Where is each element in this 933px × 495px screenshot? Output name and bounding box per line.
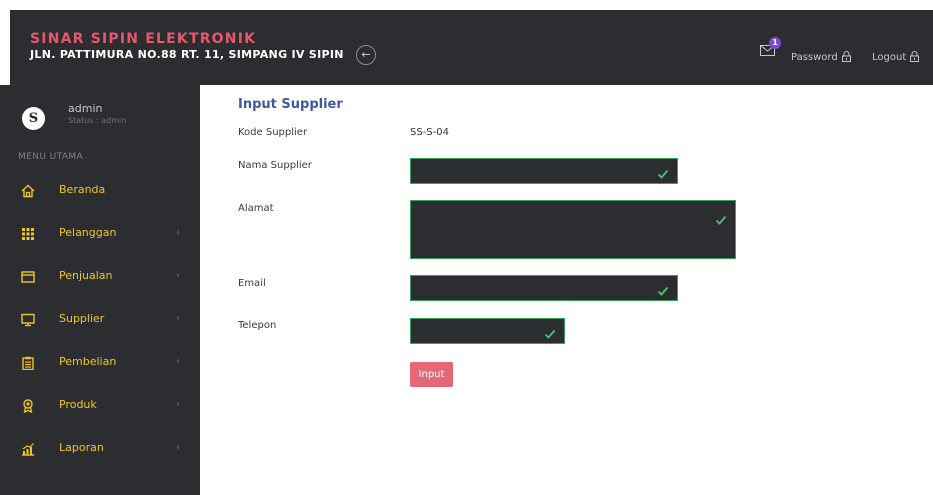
chevron-left-icon: ‹: [176, 399, 180, 410]
sidebar-item-pelanggan[interactable]: Pelanggan ‹: [0, 215, 200, 253]
input-submit-button[interactable]: Input: [410, 362, 453, 387]
alamat-textarea[interactable]: [410, 200, 736, 259]
password-label: Password: [791, 52, 838, 63]
top-bar: SINAR SIPIN ELEKTRONIK JLN. PATTIMURA NO…: [10, 10, 933, 85]
password-link[interactable]: Password: [791, 51, 851, 65]
nama-supplier-input[interactable]: [410, 158, 678, 184]
check-icon: [715, 211, 727, 230]
page-title: Input Supplier: [238, 97, 343, 112]
sidebar: S admin Status : admin MENU UTAMA Berand…: [0, 85, 200, 495]
chevron-left-icon: ‹: [176, 313, 180, 324]
sidebar-item-pembelian[interactable]: Pembelian ‹: [0, 344, 200, 382]
lock-icon: [841, 51, 851, 65]
clipboard-icon: [21, 355, 35, 371]
check-icon: [657, 165, 669, 184]
sidebar-item-supplier[interactable]: Supplier ‹: [0, 301, 200, 339]
messages-button[interactable]: 1: [760, 37, 781, 59]
user-name: admin: [68, 102, 103, 115]
telepon-input[interactable]: [410, 318, 565, 344]
sidebar-toggle-button[interactable]: ←: [356, 45, 376, 65]
window-icon: [21, 269, 35, 283]
logout-link[interactable]: Logout: [872, 51, 920, 65]
sidebar-item-label: Beranda: [59, 183, 106, 196]
sidebar-item-label: Pelanggan: [59, 226, 117, 239]
telepon-label: Telepon: [238, 320, 277, 331]
grid-icon: [21, 226, 35, 240]
arrow-left-icon: ←: [361, 48, 371, 61]
chevron-left-icon: ‹: [176, 442, 180, 453]
alamat-label: Alamat: [238, 203, 274, 214]
email-label: Email: [238, 278, 266, 289]
message-count-badge: 1: [769, 37, 781, 49]
user-status: Status : admin: [68, 116, 127, 125]
home-icon: [21, 183, 35, 198]
sidebar-item-label: Penjualan: [59, 269, 113, 282]
chart-icon: [21, 441, 35, 456]
sidebar-item-laporan[interactable]: Laporan ‹: [0, 430, 200, 468]
menu-heading: MENU UTAMA: [18, 152, 84, 162]
brand-title: SINAR SIPIN ELEKTRONIK: [30, 31, 257, 47]
lock-icon: [910, 51, 920, 65]
check-icon: [544, 325, 556, 344]
nama-supplier-label: Nama Supplier: [238, 160, 312, 171]
main-content: Input Supplier Kode Supplier SS-S-04 Nam…: [200, 85, 933, 495]
sidebar-item-label: Laporan: [59, 441, 104, 454]
chevron-left-icon: ‹: [176, 227, 180, 238]
chevron-left-icon: ‹: [176, 270, 180, 281]
monitor-icon: [21, 312, 35, 327]
check-icon: [657, 282, 669, 301]
kode-supplier-value: SS-S-04: [410, 127, 449, 138]
avatar: S: [22, 107, 45, 130]
sidebar-item-penjualan[interactable]: Penjualan ‹: [0, 258, 200, 296]
sidebar-item-label: Supplier: [59, 312, 105, 325]
email-input[interactable]: [410, 275, 678, 301]
kode-supplier-label: Kode Supplier: [238, 127, 308, 138]
award-icon: [21, 398, 35, 414]
sidebar-item-label: Pembelian: [59, 355, 117, 368]
chevron-left-icon: ‹: [176, 356, 180, 367]
sidebar-item-produk[interactable]: Produk ‹: [0, 387, 200, 425]
sidebar-item-label: Produk: [59, 398, 97, 411]
brand-address: JLN. PATTIMURA NO.88 RT. 11, SIMPANG IV …: [30, 48, 344, 61]
sidebar-item-beranda[interactable]: Beranda: [0, 172, 200, 210]
logout-label: Logout: [872, 52, 907, 63]
